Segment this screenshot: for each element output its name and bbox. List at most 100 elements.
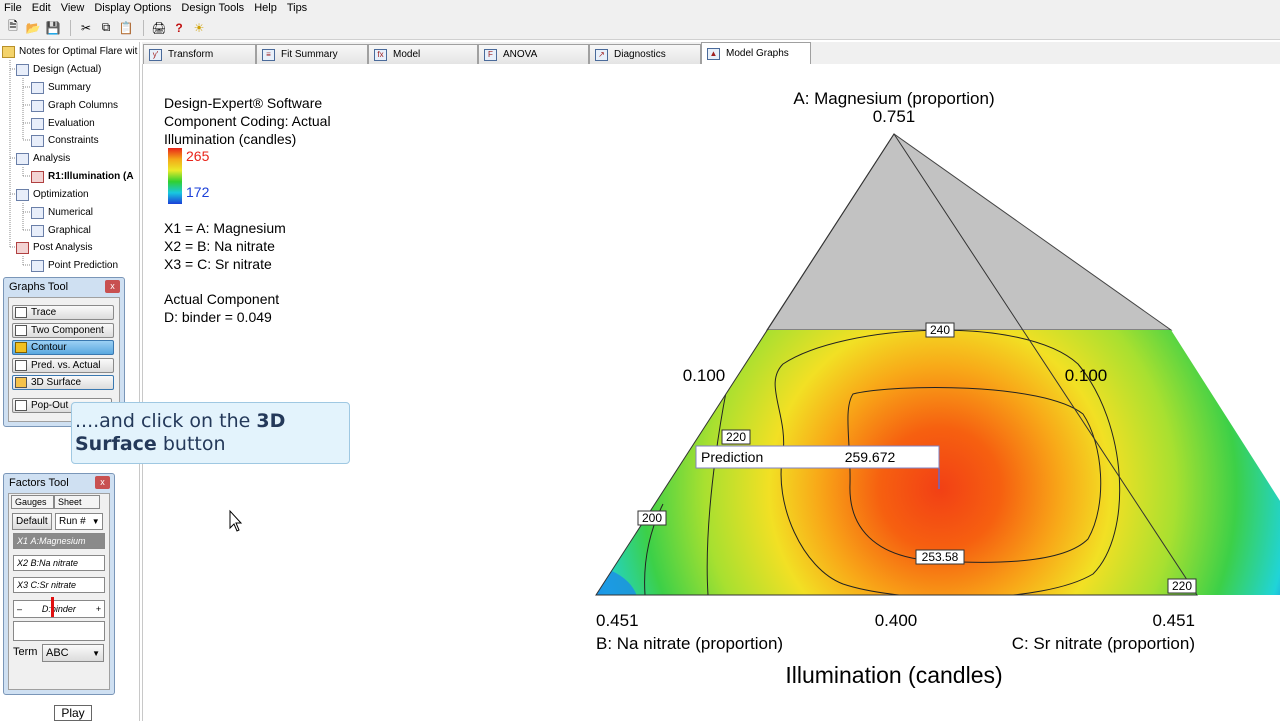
numerical-icon	[31, 206, 44, 219]
transform-icon: y'	[149, 48, 162, 61]
copy-icon[interactable]: ⧉	[97, 19, 115, 37]
tree-item-label: Optimization	[33, 189, 89, 200]
tab-fit-summary[interactable]: ≡ Fit Summary	[256, 44, 368, 64]
view-tabs: y' Transform ≡ Fit Summary fx Model F ANOVA …	[142, 42, 1280, 64]
factor-value-field[interactable]	[13, 621, 105, 641]
tree-item-optimization[interactable]: Optimization	[16, 186, 89, 203]
tree-item-post-analysis[interactable]: Post Analysis	[16, 239, 92, 256]
factor-x1[interactable]: X1 A:Magnesium	[13, 533, 105, 549]
pop-out-icon	[15, 400, 27, 411]
tab-anova[interactable]: F ANOVA	[478, 44, 589, 64]
tree-item-point-prediction[interactable]: Point Prediction	[31, 257, 118, 274]
menu-bar: File Edit View Display Options Design To…	[0, 0, 1280, 16]
factor-name: B:Na nitrate	[30, 558, 79, 568]
folder-icon	[2, 45, 15, 58]
top-axis-label: A: Magnesium (proportion)	[793, 89, 994, 108]
point-prediction-icon	[31, 259, 44, 272]
tree-item-constraints[interactable]: Constraints	[31, 132, 99, 149]
factor-code: X1	[17, 536, 29, 546]
cut-icon[interactable]: ✂	[77, 19, 95, 37]
tree-item-label: Post Analysis	[33, 242, 93, 253]
pred-vs-actual-button[interactable]: Pred. vs. Actual	[12, 358, 114, 373]
tree-item-response[interactable]: R1:Illumination (A	[31, 168, 134, 185]
constraints-icon	[31, 134, 44, 147]
tab-label: Model	[393, 49, 421, 60]
menu-file[interactable]: File	[4, 2, 22, 14]
analysis-icon	[16, 152, 29, 165]
tree-item-analysis[interactable]: Analysis	[16, 150, 70, 167]
tree-item-root[interactable]: Notes for Optimal Flare wit	[2, 43, 137, 60]
button-label: Pred. vs. Actual	[31, 360, 101, 371]
tree-item-label: Graph Columns	[48, 100, 119, 111]
play-button[interactable]: Play	[54, 705, 92, 721]
toolbar-separator	[70, 19, 71, 36]
slider-plus: +	[95, 604, 101, 614]
menu-edit[interactable]: Edit	[32, 2, 51, 14]
bottom-right-label: C: Sr nitrate (proportion)	[1012, 634, 1195, 653]
mouse-cursor-icon	[229, 509, 243, 532]
contour-button[interactable]: Contour	[12, 340, 114, 355]
model-graph-view: Design-Expert® Software Component Coding…	[142, 64, 1280, 721]
chevron-down-icon: ▼	[92, 648, 100, 658]
prediction-value: 259.672	[845, 449, 896, 465]
menu-design-tools[interactable]: Design Tools	[181, 2, 244, 14]
fit-summary-icon: ≡	[262, 48, 275, 61]
3d-surface-button[interactable]: 3D Surface	[12, 375, 114, 390]
tree-item-label: Graphical	[48, 225, 91, 236]
callout-bold-text: 3D	[256, 410, 286, 432]
tab-model-graphs[interactable]: ▲ Model Graphs	[701, 42, 811, 64]
close-icon[interactable]: x	[95, 476, 110, 489]
tree-item-design[interactable]: Design (Actual)	[16, 61, 101, 78]
tab-model[interactable]: fx Model	[368, 44, 478, 64]
factor-code: X3	[17, 580, 29, 590]
tree-item-label: Design (Actual)	[33, 64, 102, 75]
tree-item-graph-columns[interactable]: Graph Columns	[31, 97, 118, 114]
tip-bulb-icon[interactable]: ☀	[190, 19, 208, 37]
tab-transform[interactable]: y' Transform	[143, 44, 256, 64]
menu-help[interactable]: Help	[254, 2, 277, 14]
tree-item-numerical[interactable]: Numerical	[31, 204, 93, 221]
menu-tips[interactable]: Tips	[287, 2, 307, 14]
factor-x2[interactable]: X2 B:Na nitrate	[13, 555, 105, 571]
paste-icon[interactable]: 📋	[117, 19, 135, 37]
close-icon[interactable]: x	[105, 280, 120, 293]
tutorial-callout: ....and click on the 3D Surface button	[71, 402, 350, 464]
menu-view[interactable]: View	[61, 2, 85, 14]
help-icon[interactable]: ?	[170, 19, 188, 37]
open-folder-icon[interactable]: 📂	[24, 19, 42, 37]
two-component-button[interactable]: Two Component	[12, 323, 114, 338]
slider-minus: –	[17, 604, 23, 614]
save-icon[interactable]: 💾	[44, 19, 62, 37]
tab-sheet[interactable]: Sheet	[54, 495, 100, 509]
post-analysis-icon	[16, 241, 29, 254]
slider-handle[interactable]	[51, 597, 54, 617]
tree-item-evaluation[interactable]: Evaluation	[31, 115, 95, 132]
button-label: Default	[16, 516, 48, 527]
trace-button[interactable]: Trace	[12, 305, 114, 320]
menu-display-options[interactable]: Display Options	[94, 2, 171, 14]
tree-item-label: Evaluation	[48, 118, 95, 129]
prediction-label: Prediction	[701, 449, 763, 465]
term-select[interactable]: ABC ▼	[42, 644, 104, 662]
slider-label: D:binder	[41, 604, 76, 614]
run-select[interactable]: Run # ▼	[55, 513, 103, 530]
tree-item-label: R1:Illumination (A	[48, 171, 134, 182]
contour-label: 220	[726, 430, 746, 444]
tab-label: Transform	[168, 49, 214, 60]
tree-item-label: Summary	[48, 82, 91, 93]
new-file-icon[interactable]: 🗎	[4, 19, 22, 37]
tree-item-graphical[interactable]: Graphical	[31, 222, 91, 239]
magnifier-icon	[31, 117, 44, 130]
print-icon[interactable]: 🖨	[150, 19, 168, 37]
right-axis-value: 0.100	[1065, 366, 1108, 385]
factor-x3[interactable]: X3 C:Sr nitrate	[13, 577, 105, 593]
factor-name: A:Magnesium	[30, 536, 86, 546]
default-button[interactable]: Default	[12, 513, 52, 530]
contour-label: 200	[642, 511, 662, 525]
contour-label: 240	[930, 323, 950, 337]
tab-gauges[interactable]: Gauges	[11, 495, 54, 509]
factors-tool-window: Factors Tool x Gauges Sheet Default Run …	[3, 473, 115, 695]
tree-item-summary[interactable]: Summary	[31, 79, 91, 96]
tab-diagnostics[interactable]: ↗ Diagnostics	[589, 44, 701, 64]
binder-slider[interactable]: – D:binder +	[13, 600, 105, 618]
